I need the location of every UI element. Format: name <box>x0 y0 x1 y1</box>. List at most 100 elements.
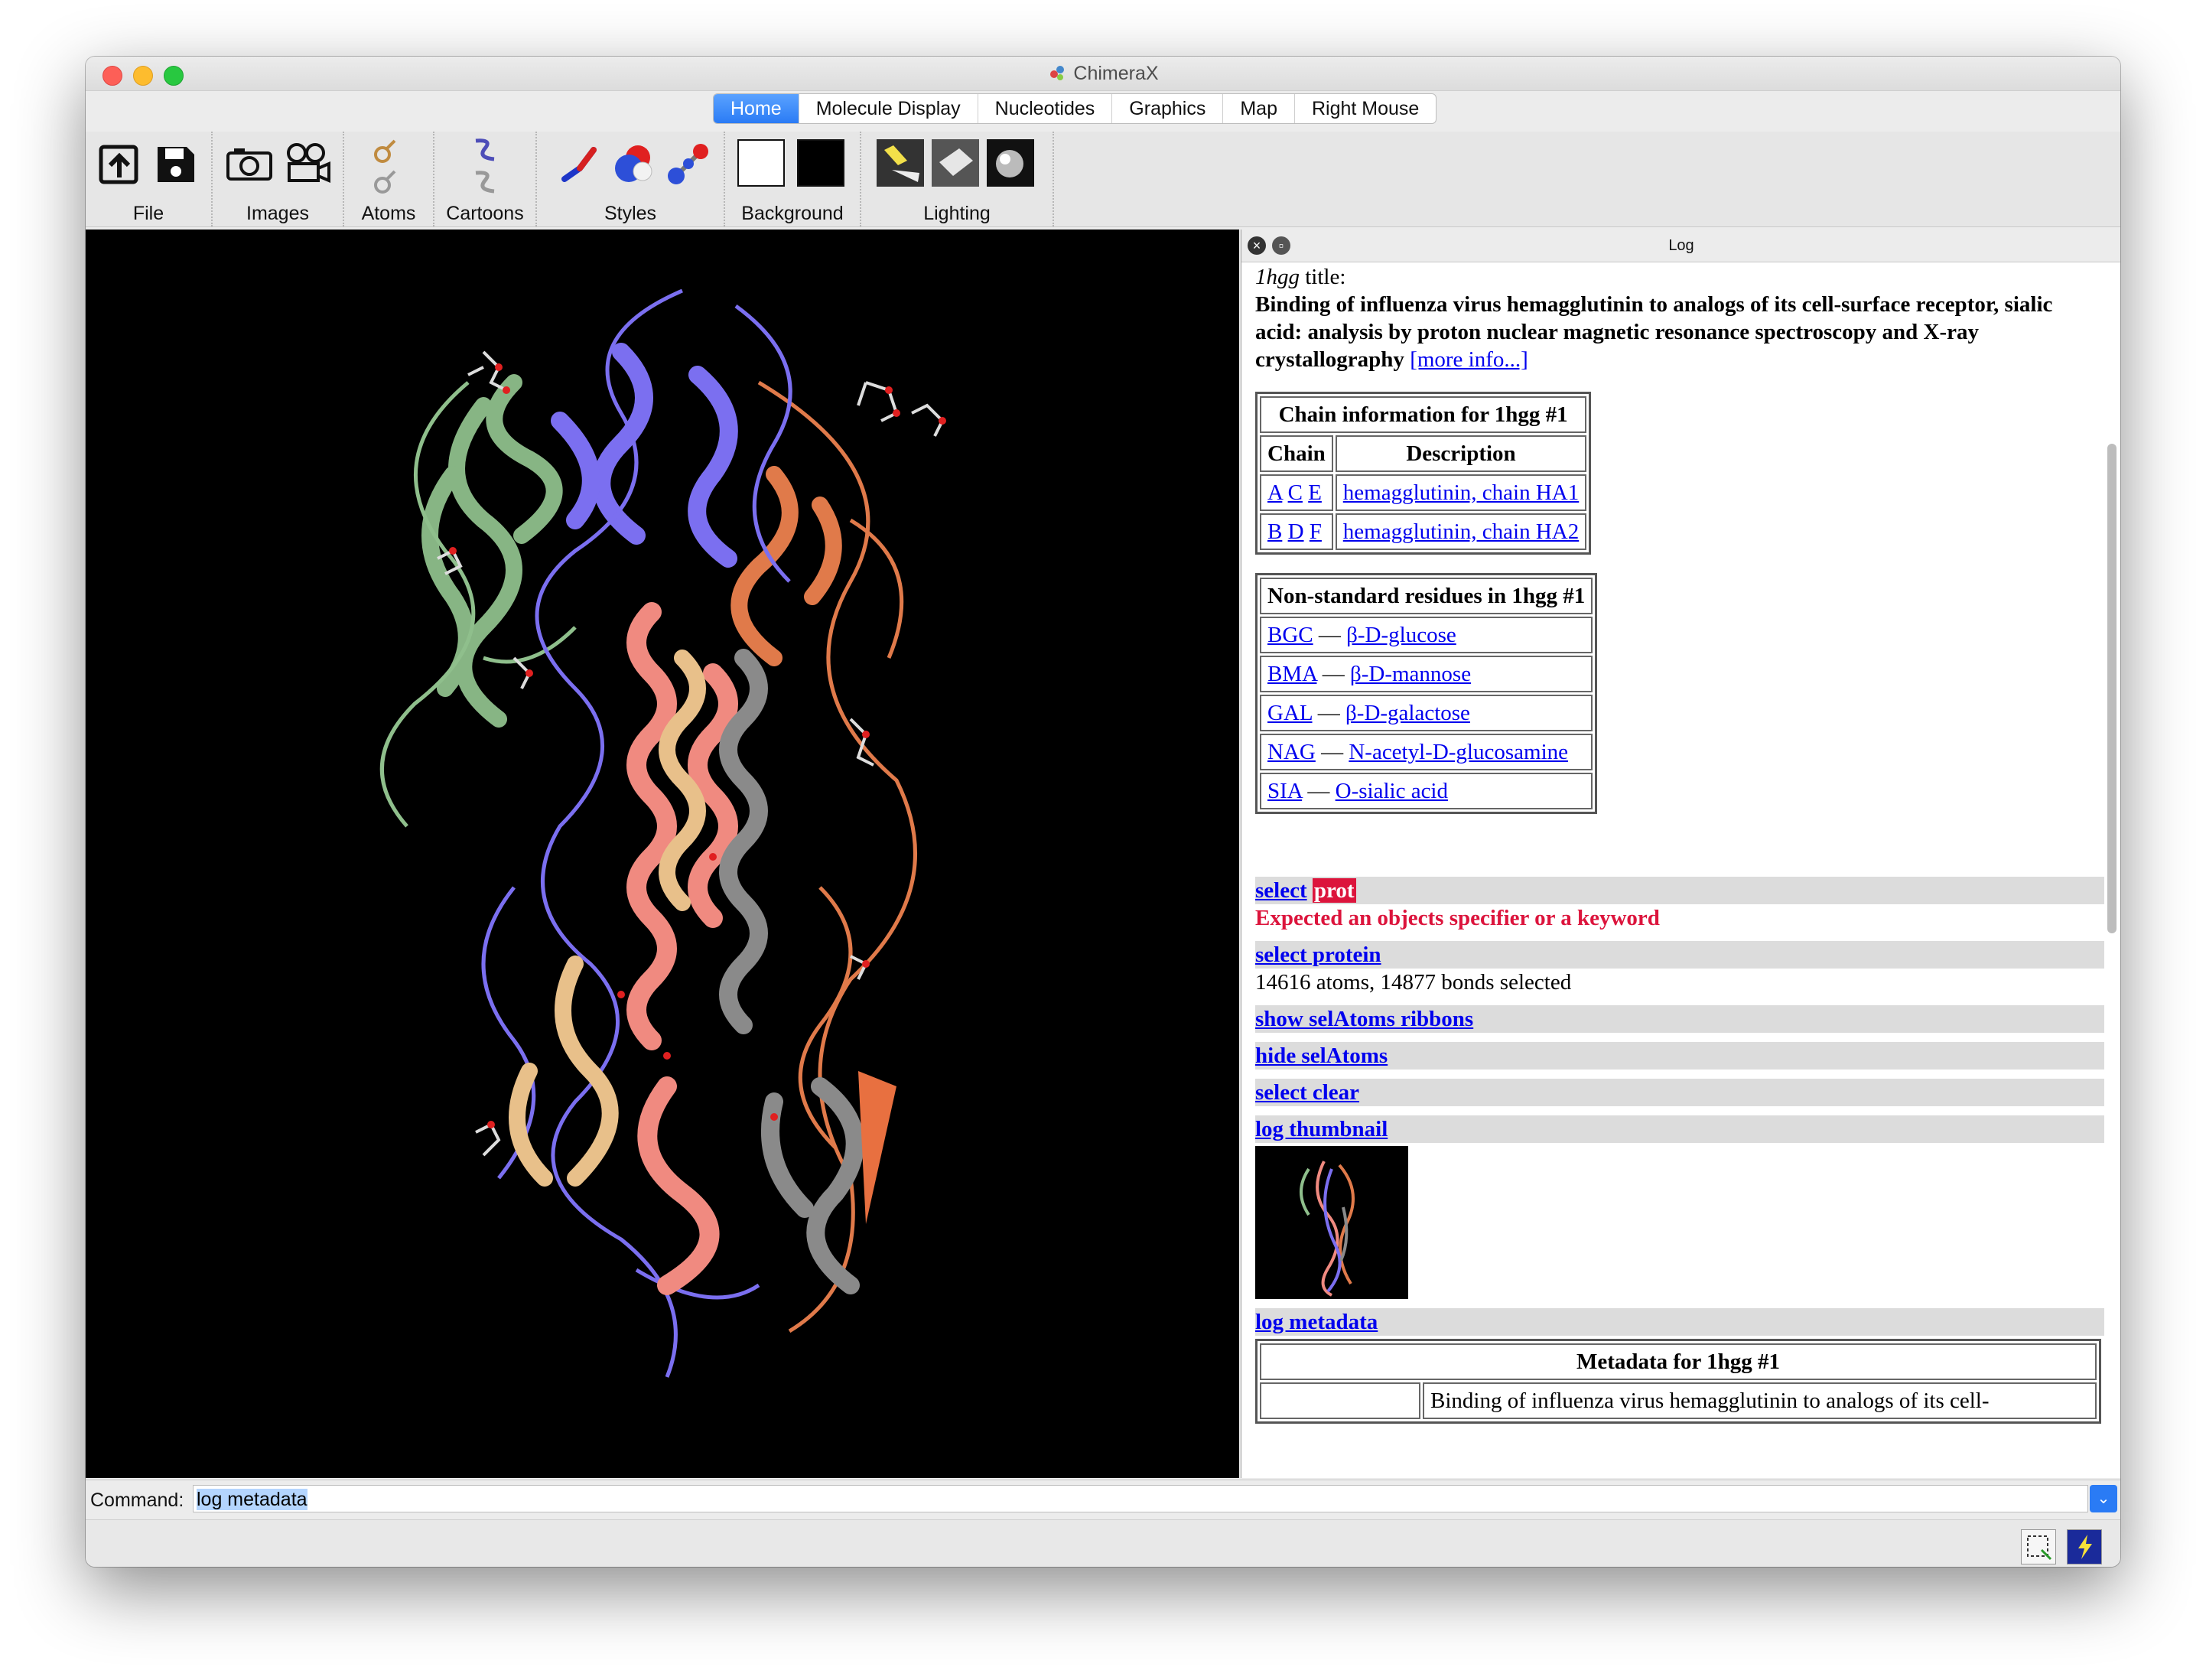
residue-code-link[interactable]: BMA <box>1267 662 1316 686</box>
hide-cartoon-icon[interactable] <box>462 167 508 197</box>
orange-beta-strand <box>858 1071 896 1224</box>
full-lighting-icon[interactable] <box>987 139 1034 187</box>
command-line-bar: Command: log metadata ⌄ <box>86 1480 2120 1519</box>
save-file-icon[interactable] <box>150 138 202 190</box>
table-row: GAL — β-D-galactose <box>1260 695 1593 731</box>
table-row: B D F hemagglutinin, chain HA2 <box>1260 513 1587 550</box>
chain-link-d[interactable]: D <box>1288 519 1304 544</box>
structure-title-label: 1hgg title: <box>1255 265 1346 289</box>
command-link[interactable]: select protein <box>1255 943 1381 967</box>
chain-table-caption: Chain information for 1hgg #1 <box>1260 396 1587 433</box>
toolbar-group-cartoons: Cartoons <box>434 132 537 226</box>
command-link[interactable]: hide selAtoms <box>1255 1043 1388 1068</box>
command-link[interactable]: select clear <box>1255 1080 1359 1105</box>
movie-camera-icon[interactable] <box>281 138 334 190</box>
hide-atoms-icon[interactable] <box>363 167 408 197</box>
graphics-viewer[interactable] <box>86 230 1239 1478</box>
white-background-button[interactable] <box>737 139 785 187</box>
stick-style-icon[interactable] <box>554 138 606 190</box>
residue-code-link[interactable]: NAG <box>1267 740 1316 764</box>
toolbar-group-images: Images <box>213 132 344 226</box>
quick-action-icon[interactable] <box>2067 1529 2102 1564</box>
error-highlight: prot <box>1312 878 1356 903</box>
residue-table-caption: Non-standard residues in 1hgg #1 <box>1260 578 1593 614</box>
toolbar-group-label: Lighting <box>923 203 991 224</box>
black-background-button[interactable] <box>797 139 844 187</box>
ribbon-toolbar: File Images Atoms Cartoons Styles Backgr… <box>86 132 2120 227</box>
command-link[interactable]: select <box>1255 878 1307 903</box>
chain-description-link[interactable]: hemagglutinin, chain HA1 <box>1343 480 1579 505</box>
toolbar-group-background: Background <box>725 132 861 226</box>
soft-lighting-icon[interactable] <box>932 139 979 187</box>
residue-code-link[interactable]: SIA <box>1267 779 1302 803</box>
chain-link-c[interactable]: C <box>1288 480 1303 505</box>
metadata-value: Binding of influenza virus hemagglutinin… <box>1423 1382 2097 1419</box>
tab-right-mouse[interactable]: Right Mouse <box>1293 94 1436 123</box>
residue-name-link[interactable]: O-sialic acid <box>1336 779 1448 803</box>
log-command-show-ribbons: show selAtoms ribbons <box>1255 1005 2104 1033</box>
residue-name-link[interactable]: β-D-mannose <box>1350 662 1471 686</box>
ribbon-tabs: Home Molecule Display Nucleotides Graphi… <box>713 93 1437 124</box>
log-title: Log <box>1668 237 1694 254</box>
structure-title: Binding of influenza virus hemagglutinin… <box>1255 292 2053 372</box>
sphere-style-icon[interactable] <box>607 138 659 190</box>
open-file-icon[interactable] <box>93 138 145 190</box>
command-label: Command: <box>90 1490 184 1511</box>
tab-map[interactable]: Map <box>1222 94 1294 123</box>
residue-code-link[interactable]: GAL <box>1267 701 1313 725</box>
command-result: 14616 atoms, 14877 bonds selected <box>1255 970 1572 995</box>
command-input[interactable]: log metadata <box>193 1485 2088 1512</box>
metadata-table: Metadata for 1hgg #1 Binding of influenz… <box>1255 1339 2101 1424</box>
toolbar-group-label: Images <box>246 203 309 224</box>
log-scrollbar[interactable] <box>2107 444 2117 933</box>
tab-home[interactable]: Home <box>714 94 799 123</box>
command-text: log metadata <box>197 1489 307 1510</box>
command-link[interactable]: log metadata <box>1255 1310 1378 1334</box>
command-history-dropdown[interactable]: ⌄ <box>2090 1485 2117 1512</box>
tab-molecule-display[interactable]: Molecule Display <box>798 94 978 123</box>
log-command-select-clear: select clear <box>1255 1079 2104 1106</box>
log-content: 1hgg title: Binding of influenza virus h… <box>1255 263 2104 1424</box>
toolbar-group-file: File <box>86 132 213 226</box>
tab-graphics[interactable]: Graphics <box>1111 94 1222 123</box>
residue-name-link[interactable]: N-acetyl-D-glucosamine <box>1349 740 1568 764</box>
simple-lighting-icon[interactable] <box>877 139 924 187</box>
residue-name-link[interactable]: β-D-galactose <box>1345 701 1470 725</box>
ball-and-stick-icon[interactable] <box>662 138 714 190</box>
residue-code-link[interactable]: BGC <box>1267 623 1313 647</box>
protein-structure-render <box>379 288 946 1378</box>
residue-name-link[interactable]: β-D-glucose <box>1346 623 1456 647</box>
chimerax-app-icon <box>1050 66 1065 80</box>
toolbar-group-styles: Styles <box>537 132 725 226</box>
toolbar-group-label: Cartoons <box>446 203 524 224</box>
camera-icon[interactable] <box>223 138 275 190</box>
chain-link-a[interactable]: A <box>1267 480 1282 505</box>
lightning-bolt-glyph <box>2078 1535 2092 1559</box>
command-link[interactable]: log thumbnail <box>1255 1117 1388 1141</box>
log-panel: × ▫ Log 1hgg title: Binding of influenza… <box>1241 230 2120 1478</box>
toolbar-group-label: Styles <box>604 203 657 224</box>
selection-inspector-icon[interactable] <box>2021 1529 2056 1564</box>
chain-link-e[interactable]: E <box>1308 480 1322 505</box>
description-column-header: Description <box>1335 435 1587 472</box>
chain-link-b[interactable]: B <box>1267 519 1282 544</box>
more-info-link[interactable]: [more info...] <box>1410 347 1528 372</box>
toolbar-group-label: Background <box>741 203 844 224</box>
chain-link-f[interactable]: F <box>1310 519 1322 544</box>
toolbar-group-label: Atoms <box>361 203 416 224</box>
table-row: Binding of influenza virus hemagglutinin… <box>1260 1382 2097 1419</box>
nonstandard-residues-table: Non-standard residues in 1hgg #1 BGC — β… <box>1255 573 1598 814</box>
show-cartoon-icon[interactable] <box>462 135 508 165</box>
command-link[interactable]: show selAtoms ribbons <box>1255 1007 1473 1031</box>
title-bar: ChimeraX <box>86 57 2120 91</box>
table-row: A C E hemagglutinin, chain HA1 <box>1260 474 1587 511</box>
log-command-metadata: log metadata <box>1255 1308 2104 1336</box>
show-atoms-icon[interactable] <box>363 135 408 165</box>
table-row: SIA — O-sialic acid <box>1260 773 1593 809</box>
selection-inspector-glyph <box>2027 1535 2052 1561</box>
toolbar-group-label: File <box>132 203 164 224</box>
table-row: BMA — β-D-mannose <box>1260 656 1593 692</box>
tab-nucleotides[interactable]: Nucleotides <box>977 94 1112 123</box>
chain-description-link[interactable]: hemagglutinin, chain HA2 <box>1343 519 1579 544</box>
metadata-caption: Metadata for 1hgg #1 <box>1260 1343 2097 1380</box>
